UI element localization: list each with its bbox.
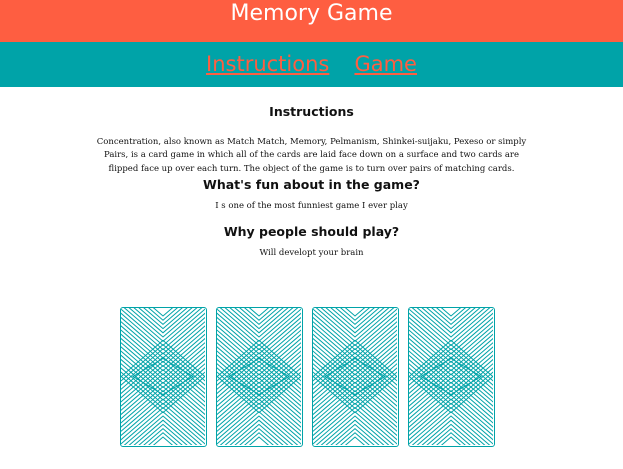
why-text: Will developt your brain bbox=[259, 248, 364, 258]
memory-card[interactable] bbox=[312, 307, 399, 447]
instructions-heading: Instructions bbox=[269, 104, 354, 119]
nav-link-instructions[interactable]: Instructions bbox=[206, 42, 329, 86]
card-grid bbox=[120, 307, 504, 449]
fun-heading: What's fun about in the game? bbox=[203, 177, 420, 192]
card-back-pattern bbox=[409, 308, 493, 445]
instructions-text: Concentration, also known as Match Match… bbox=[96, 136, 527, 174]
nav-link-game[interactable]: Game bbox=[354, 42, 417, 86]
card-back-pattern bbox=[121, 308, 205, 445]
main-nav: Instructions Game bbox=[0, 42, 623, 87]
page-title: Memory Game bbox=[230, 1, 393, 26]
card-back-pattern bbox=[217, 308, 301, 445]
card-back-pattern bbox=[313, 308, 397, 445]
app-header: Memory Game bbox=[0, 0, 623, 42]
memory-card[interactable] bbox=[408, 307, 495, 447]
memory-card[interactable] bbox=[216, 307, 303, 447]
why-heading: Why people should play? bbox=[223, 224, 400, 239]
fun-text: I s one of the most funniest game I ever… bbox=[215, 201, 408, 211]
memory-card[interactable] bbox=[120, 307, 207, 447]
footer-heading-partial bbox=[0, 447, 623, 467]
